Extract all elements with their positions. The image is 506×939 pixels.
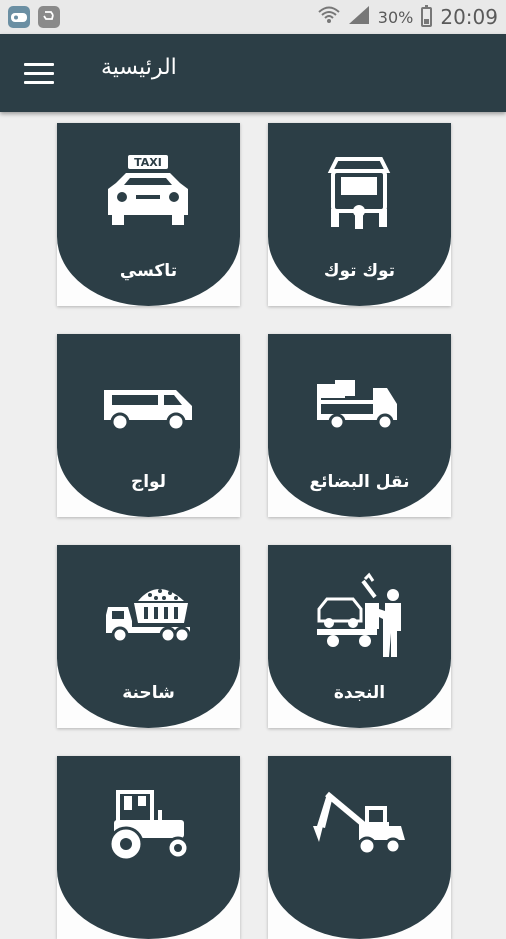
taxi-icon: TAXI (98, 149, 198, 239)
service-card-truck[interactable]: شاحنة (57, 545, 240, 728)
tow-truck-icon (309, 571, 409, 661)
app-notification-icon (8, 6, 30, 28)
hamburger-menu-icon[interactable] (24, 63, 54, 85)
services-grid: توك توك TAXI تاكسي نقل البضائع لواج النج… (0, 112, 506, 939)
clock: 20:09 (440, 5, 498, 29)
excavator-icon (309, 782, 409, 872)
signal-icon (348, 5, 370, 30)
status-bar: 30% 20:09 (0, 0, 506, 34)
service-card-van[interactable]: لواج (57, 334, 240, 517)
service-card-excavator[interactable] (268, 756, 451, 939)
service-label: توك توك (323, 261, 396, 281)
service-card-cargo[interactable]: نقل البضائع (268, 334, 451, 517)
service-card-tuk-tuk[interactable]: توك توك (268, 123, 451, 306)
battery-icon (421, 5, 433, 27)
page-title: الرئيسية (101, 55, 177, 80)
service-card-taxi[interactable]: TAXI تاكسي (57, 123, 240, 306)
cargo-truck-icon (309, 360, 409, 450)
van-icon (98, 360, 198, 450)
service-label: تاكسي (119, 261, 178, 281)
service-card-rescue[interactable]: النجدة (268, 545, 451, 728)
recycle-icon (38, 6, 60, 28)
service-label: لواج (130, 472, 167, 492)
wifi-icon (318, 5, 340, 29)
service-label: نقل البضائع (309, 472, 410, 492)
service-card-tractor[interactable] (57, 756, 240, 939)
tractor-icon (98, 782, 198, 872)
dump-truck-icon (98, 571, 198, 661)
service-label: النجدة (333, 683, 386, 703)
battery-percent: 30% (377, 7, 414, 27)
app-bar: الرئيسية (0, 34, 506, 112)
service-label: شاحنة (122, 683, 175, 703)
tuk-tuk-icon (309, 149, 409, 239)
svg-text:TAXI: TAXI (134, 156, 162, 169)
